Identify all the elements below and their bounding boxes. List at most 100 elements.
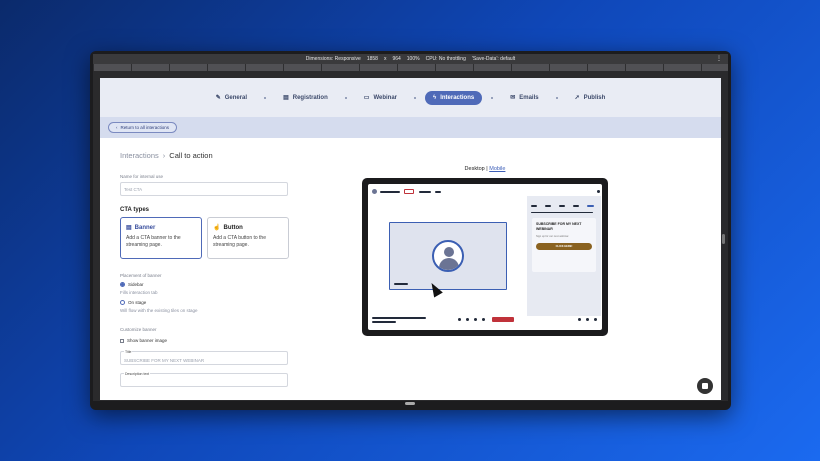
horizontal-resize-handle[interactable]	[405, 402, 415, 405]
control-dot	[458, 318, 461, 321]
step-separator	[264, 96, 267, 99]
desktop-toggle[interactable]: Desktop	[465, 166, 485, 172]
step-separator	[491, 96, 494, 99]
zoom-select[interactable]: 100%	[407, 56, 420, 62]
banner-title: ▤ Banner	[126, 224, 196, 232]
cta-banner-title: SUBSCRIBE FOR MY NEXT WEBINAR	[536, 222, 582, 232]
view-toggle: Desktop | Mobile	[362, 166, 608, 172]
sidebar-radio-label: Sidebar	[128, 282, 144, 287]
settings-form: Interactions › Call to action Name for i…	[120, 151, 292, 387]
devtools-toolbar: Dimensions: Responsive 1858 x 964 100% C…	[93, 54, 728, 64]
breadcrumb-parent[interactable]: Interactions	[120, 151, 159, 160]
step-label: Publish	[583, 94, 606, 101]
toggle-divider: |	[486, 166, 488, 172]
internal-name-input[interactable]: Test CTA	[120, 182, 288, 196]
return-button[interactable]: ‹ Return to all interactions	[108, 122, 178, 133]
leave-button	[492, 317, 514, 322]
step-general[interactable]: ✎ General	[208, 90, 255, 105]
preview-meta-bar	[419, 191, 431, 193]
banner-icon: ▤	[126, 225, 132, 231]
step-separator	[344, 96, 347, 99]
more-options-icon[interactable]: ⋮	[716, 55, 722, 62]
step-webinar[interactable]: ▭ Webinar	[356, 90, 405, 105]
form-icon: ▤	[283, 95, 289, 101]
description-field-label: Description text	[124, 372, 151, 376]
media-query-ruler	[93, 64, 728, 71]
return-label: Return to all interactions	[120, 125, 170, 130]
sidebar-tab	[545, 205, 551, 207]
radio-selected-icon	[120, 282, 125, 287]
step-separator	[414, 96, 416, 99]
step-label: Interactions	[440, 94, 475, 101]
rocket-icon: ➚	[574, 95, 580, 101]
sidebar-tab	[573, 205, 579, 207]
chevron-left-icon: ‹	[116, 125, 118, 130]
sidebar-divider	[531, 212, 593, 213]
title-field-value: SUBSCRIBE FOR MY NEXT WEBINAR	[124, 358, 205, 363]
sidebar-tab-active	[587, 205, 594, 207]
step-emails[interactable]: ✉ Emails	[502, 90, 546, 105]
cta-banner-preview: SUBSCRIBE FOR MY NEXT WEBINAR Sign up fo…	[532, 218, 596, 272]
preview-sidebar: SUBSCRIBE FOR MY NEXT WEBINAR Sign up fo…	[527, 196, 601, 316]
height-field[interactable]: 964	[392, 56, 400, 62]
cta-banner-subtitle: Sign up for our next webinar.	[536, 234, 570, 238]
button-desc: Add a CTA button to the streaming page.	[213, 235, 266, 248]
radio-unselected-icon	[120, 300, 125, 305]
step-publish[interactable]: ➚ Publish	[567, 90, 614, 105]
sidebar-radio[interactable]: Sidebar	[120, 282, 292, 287]
control-dot	[474, 318, 477, 321]
onstage-radio-label: On stage	[128, 300, 147, 305]
step-label: Webinar	[373, 94, 397, 101]
internal-name-label: Name for internal use	[120, 174, 164, 179]
banner-desc: Add a CTA banner to the streaming page.	[126, 235, 181, 248]
preview-live-badge	[404, 189, 414, 194]
preview-logo	[372, 189, 377, 194]
width-field[interactable]: 1858	[367, 56, 378, 62]
bolt-icon: ϟ	[433, 94, 437, 101]
sidebar-tab	[531, 205, 537, 207]
cpu-select[interactable]: CPU: No throttling	[426, 56, 466, 62]
step-registration[interactable]: ▤ Registration	[275, 90, 336, 105]
title-field-label: Title	[124, 350, 133, 354]
user-avatar-icon	[432, 240, 464, 272]
breadcrumb: Interactions › Call to action	[120, 151, 292, 160]
preview-close-dot	[597, 190, 600, 193]
chat-icon[interactable]	[697, 378, 713, 394]
step-label: General	[224, 94, 248, 101]
sidebar-tab	[559, 205, 565, 207]
mail-icon: ✉	[510, 95, 516, 101]
title-field[interactable]: Title SUBSCRIBE FOR MY NEXT WEBINAR	[120, 350, 288, 365]
footer-bar	[372, 317, 426, 319]
onstage-hint: Will flow with the existing tiles on sta…	[120, 308, 198, 313]
step-interactions[interactable]: ϟ Interactions	[425, 90, 483, 105]
onstage-radio[interactable]: On stage	[120, 300, 292, 305]
control-dot	[578, 318, 581, 321]
customize-label: Customize banner	[120, 327, 157, 332]
control-dot	[586, 318, 589, 321]
description-field[interactable]: Description text	[120, 372, 288, 387]
dimensions-select[interactable]: Dimensions: Responsive	[306, 56, 361, 62]
sidebar-hint: Fills interaction tab	[120, 290, 158, 295]
step-label: Registration	[292, 94, 328, 101]
button-option[interactable]: ☝ Button Add a CTA button to the streami…	[207, 217, 289, 259]
footer-bar	[372, 321, 396, 323]
chevron-right-icon: ›	[162, 151, 166, 160]
cta-banner-button[interactable]: CLICK HERE!	[536, 242, 592, 250]
mobile-toggle[interactable]: Mobile	[489, 166, 505, 172]
breadcrumb-current: Call to action	[169, 151, 213, 160]
banner-title-text: Banner	[134, 224, 156, 231]
save-data-select[interactable]: 'Save-Data': default	[472, 56, 515, 62]
mouse-cursor-icon	[427, 280, 443, 298]
sub-header: ‹ Return to all interactions	[100, 117, 721, 138]
banner-option[interactable]: ▤ Banner Add a CTA banner to the streami…	[120, 217, 202, 259]
preview-panel: Desktop | Mobile SUBSCRIBE FOR MY NEXT W…	[362, 166, 608, 336]
vertical-resize-handle[interactable]	[722, 234, 725, 244]
cta-types-heading: CTA types	[120, 207, 150, 213]
show-image-checkbox[interactable]: Show banner image	[120, 338, 292, 343]
avatar-body	[439, 258, 459, 270]
wizard-steps: ✎ General ▤ Registration ▭ Webinar ϟ Int…	[100, 78, 721, 117]
checkbox-icon	[120, 338, 124, 343]
avatar-head	[444, 247, 454, 257]
preview-stage	[389, 222, 507, 298]
stage-name-bar	[394, 283, 408, 285]
